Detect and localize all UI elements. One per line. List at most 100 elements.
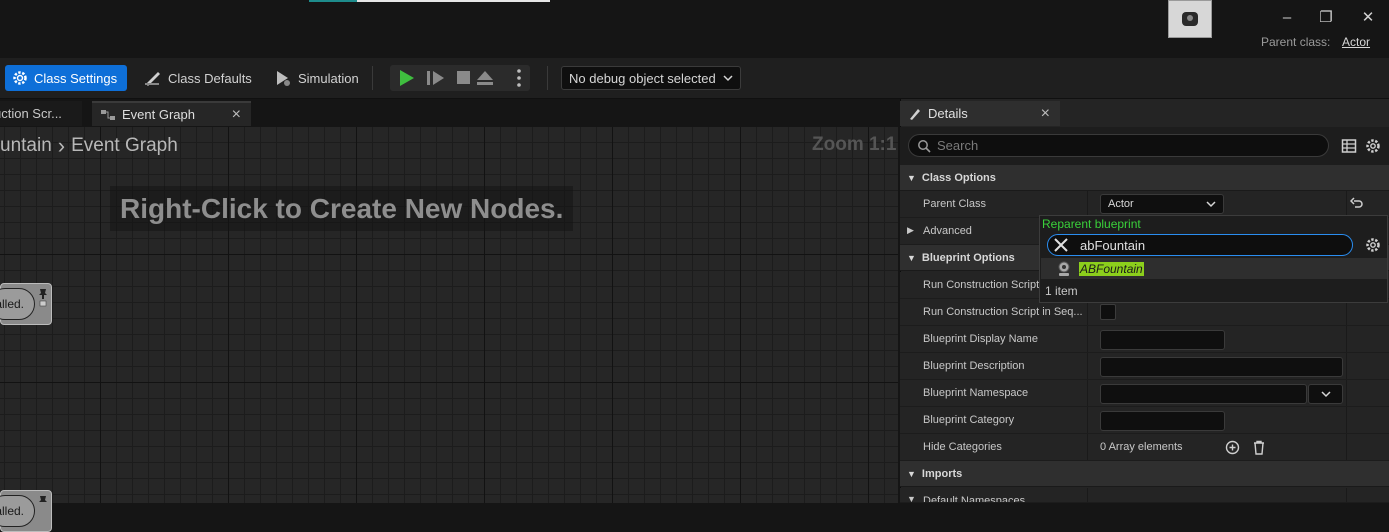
title-tab-underline <box>357 0 550 2</box>
simulation-button[interactable]: Simulation <box>267 65 365 91</box>
trash-icon[interactable] <box>1252 440 1266 455</box>
expand-arrow-icon: ▶ <box>907 225 914 235</box>
graph-node-2[interactable]: alled. <box>0 490 52 532</box>
category-label: Imports <box>921 467 963 480</box>
search-placeholder: Search <box>937 138 979 153</box>
blueprint-icon <box>1182 12 1198 26</box>
popup-settings-icon[interactable] <box>1364 236 1382 254</box>
tab-details[interactable]: Details × <box>900 101 1060 126</box>
advanced-label: Advanced <box>923 225 972 237</box>
parent-class-dropdown[interactable]: Actor <box>1100 194 1224 214</box>
row-display-name: Blueprint Display Name <box>900 326 1389 353</box>
reparent-result-item[interactable]: ABFountain <box>1041 258 1387 279</box>
details-search-input[interactable]: Search <box>908 134 1329 157</box>
maximize-button[interactable]: ❐ <box>1312 6 1340 28</box>
collapse-arrow-icon: ▼ <box>907 494 916 503</box>
category-imports[interactable]: ▼ Imports <box>900 461 1389 487</box>
breadcrumb-separator: › <box>57 133 66 158</box>
chevron-down-icon <box>1206 201 1216 208</box>
tab-event-graph-label: Event Graph <box>122 107 195 122</box>
pencil-icon <box>910 108 920 120</box>
parent-class-label: Parent class: <box>1261 35 1331 49</box>
category-input[interactable] <box>1100 411 1225 431</box>
class-defaults-icon <box>145 72 160 86</box>
class-defaults-button[interactable]: Class Defaults <box>137 65 258 91</box>
namespace-dropdown-button[interactable] <box>1308 384 1343 404</box>
add-element-icon[interactable] <box>1225 440 1240 455</box>
run-construction-label: Run Construction Script <box>923 279 1040 291</box>
row-category: Blueprint Category <box>900 407 1389 434</box>
display-name-label: Blueprint Display Name <box>923 333 1038 345</box>
graph-node[interactable]: alled. <box>0 283 52 325</box>
tab-event-graph[interactable]: Event Graph × <box>92 101 251 126</box>
actor-class-icon <box>1058 261 1070 276</box>
clear-search-icon[interactable] <box>1052 236 1070 254</box>
simulation-label: Simulation <box>298 70 359 86</box>
category-label: Blueprint Options <box>921 251 1015 264</box>
breadcrumb-parent[interactable]: untain <box>0 135 52 157</box>
toolbar-separator <box>372 66 373 90</box>
gear-icon <box>13 71 27 85</box>
settings-gear-icon[interactable] <box>1364 137 1382 155</box>
category-class-options[interactable]: ▼ Class Options <box>900 165 1389 191</box>
collapse-arrow-icon: ▼ <box>907 172 916 183</box>
breadcrumb-current: Event Graph <box>71 135 178 156</box>
node-comment-text-2: alled. <box>0 495 35 527</box>
default-namespaces-label: Default Namespaces <box>923 495 1026 503</box>
reparent-search-input[interactable]: abFountain <box>1047 234 1353 256</box>
collapse-arrow-icon: ▼ <box>907 252 916 263</box>
chevron-down-icon <box>1320 391 1331 398</box>
row-run-construction-seq: Run Construction Script in Seq... <box>900 299 1389 326</box>
event-graph-canvas[interactable] <box>0 127 898 503</box>
more-icon <box>517 69 521 87</box>
hide-categories-label: Hide Categories <box>923 441 1002 453</box>
namespace-label: Blueprint Namespace <box>923 387 1029 399</box>
play-icon <box>400 70 414 86</box>
tab-construction-script[interactable]: uction Scr... <box>0 101 82 126</box>
row-namespace: Blueprint Namespace <box>900 380 1389 407</box>
class-defaults-label: Class Defaults <box>168 70 252 86</box>
class-settings-button[interactable]: Class Settings <box>5 65 127 91</box>
pin-icon[interactable] <box>37 286 49 308</box>
description-input[interactable] <box>1100 357 1343 377</box>
close-window-button[interactable]: ✕ <box>1354 6 1382 28</box>
pin-icon-2[interactable] <box>37 493 49 505</box>
reset-arrow-icon[interactable] <box>1350 197 1364 211</box>
node-comment-text: alled. <box>0 288 35 320</box>
details-close-icon[interactable]: × <box>1041 105 1050 123</box>
parent-class-dropdown-value: Actor <box>1108 198 1134 210</box>
class-settings-label: Class Settings <box>34 70 118 86</box>
graph-hint: Right-Click to Create New Nodes. <box>110 186 574 231</box>
row-hide-categories: Hide Categories 0 Array elements <box>900 434 1389 461</box>
run-construction-seq-label: Run Construction Script in Seq... <box>923 306 1083 318</box>
eject-icon <box>477 71 493 85</box>
table-view-icon[interactable] <box>1341 138 1357 154</box>
debug-object-dropdown[interactable]: No debug object selected <box>561 66 741 90</box>
graph-icon <box>101 109 115 120</box>
reparent-result-count: 1 item <box>1045 284 1078 298</box>
search-icon <box>918 139 931 153</box>
zoom-level: Zoom 1:1 <box>812 134 897 155</box>
tab-close-icon[interactable]: × <box>232 106 241 124</box>
row-default-namespaces[interactable]: ▼ Default Namespaces <box>900 488 1389 503</box>
reparent-popup-title: Reparent blueprint <box>1042 217 1141 231</box>
display-name-input[interactable] <box>1100 330 1225 350</box>
blueprint-thumbnail[interactable] <box>1168 0 1212 38</box>
chevron-down-icon <box>723 75 733 82</box>
title-tab-accent <box>309 0 357 2</box>
breadcrumb: untain › Event Graph <box>0 133 178 159</box>
simulation-icon <box>277 71 290 86</box>
reparent-search-value: abFountain <box>1080 237 1146 253</box>
collapse-arrow-icon: ▼ <box>907 468 916 479</box>
namespace-input[interactable] <box>1100 384 1307 404</box>
minimize-button[interactable]: – <box>1273 6 1301 28</box>
row-description: Blueprint Description <box>900 353 1389 380</box>
play-controls <box>390 65 530 91</box>
parent-class-link[interactable]: Actor <box>1342 35 1370 49</box>
stop-icon <box>457 71 470 84</box>
reparent-result-label: ABFountain <box>1079 261 1144 276</box>
category-label: Class Options <box>921 171 996 184</box>
category-row-label: Blueprint Category <box>923 414 1015 426</box>
run-construction-seq-checkbox[interactable] <box>1100 304 1116 320</box>
description-label: Blueprint Description <box>923 360 1025 372</box>
